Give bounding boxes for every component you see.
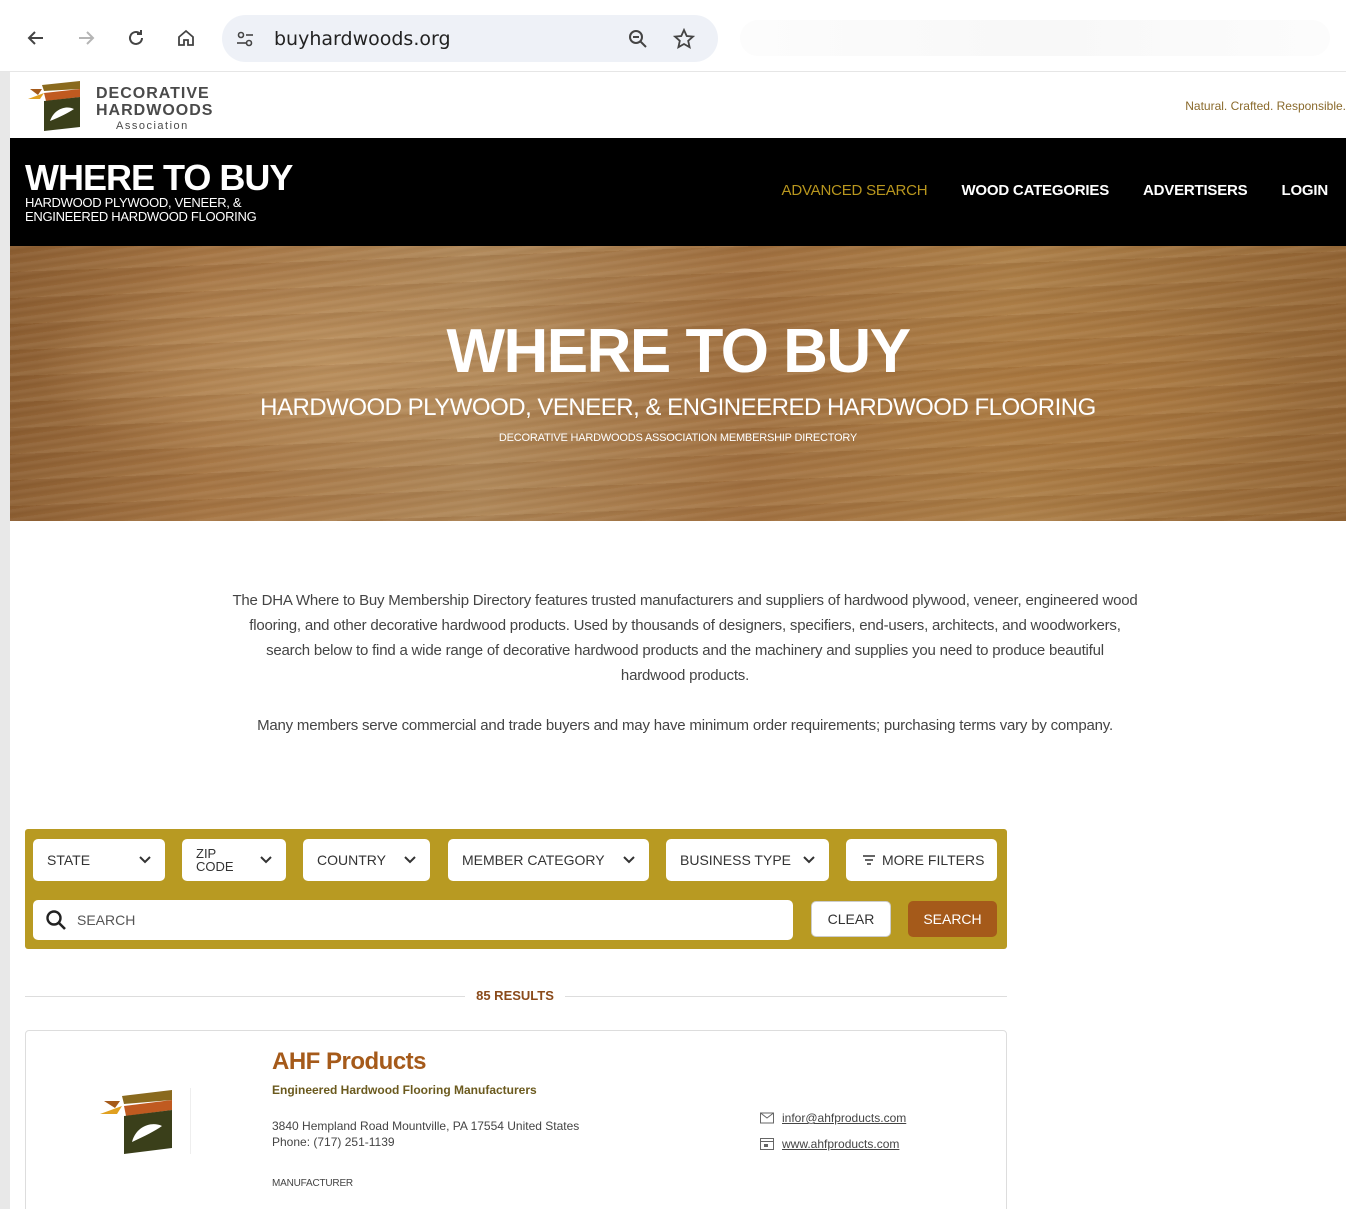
email-link[interactable]: infor@ahfproducts.com (760, 1111, 906, 1125)
zip-code-dropdown[interactable]: ZIP CODE (182, 839, 286, 881)
country-label: COUNTRY (317, 852, 386, 868)
nav-subtitle: HARDWOOD PLYWOOD, VENEER, & ENGINEERED H… (25, 195, 257, 224)
browser-window-icon (760, 1138, 774, 1150)
logo-line3: Association (116, 120, 189, 132)
address-line: 3840 Hempland Road Mountville, PA 17554 … (272, 1119, 580, 1133)
zip-code-label: ZIP CODE (196, 847, 234, 873)
site-tagline: Natural. Crafted. Responsible. (1185, 99, 1346, 113)
intro-text: The DHA Where to Buy Membership Director… (232, 588, 1138, 738)
hero-banner: WHERE TO BUY HARDWOOD PLYWOOD, VENEER, &… (10, 246, 1346, 521)
result-card[interactable]: AHF Products Engineered Hardwood Floorin… (25, 1030, 1007, 1209)
back-arrow-icon[interactable] (20, 22, 52, 54)
hero-caption: DECORATIVE HARDWOODS ASSOCIATION MEMBERS… (498, 432, 858, 444)
website-link[interactable]: www.ahfproducts.com (760, 1137, 899, 1151)
business-type-tag: MANUFACTURER (272, 1178, 353, 1189)
site-settings-icon[interactable] (232, 26, 258, 52)
dha-logo[interactable]: DECORATIVE HARDWOODS Association (26, 79, 221, 133)
search-icon (46, 910, 66, 930)
company-category: Engineered Hardwood Flooring Manufacture… (272, 1083, 537, 1097)
hero-subtitle: HARDWOOD PLYWOOD, VENEER, & ENGINEERED H… (260, 394, 1096, 421)
home-icon[interactable] (170, 22, 202, 54)
clear-button[interactable]: CLEAR (811, 901, 891, 937)
reload-icon[interactable] (120, 22, 152, 54)
forward-arrow-icon[interactable] (70, 22, 102, 54)
intro-paragraph-1: The DHA Where to Buy Membership Director… (232, 592, 1138, 684)
window-edge (0, 72, 10, 1209)
more-filters-button[interactable]: MORE FILTERS (846, 839, 997, 881)
search-button[interactable]: SEARCH (908, 901, 997, 937)
url-text[interactable]: buyhardwoods.org (274, 28, 451, 50)
nav-menu: ADVANCED SEARCH WOOD CATEGORIES ADVERTIS… (782, 182, 1329, 199)
zoom-icon[interactable] (624, 25, 652, 53)
search-placeholder: SEARCH (77, 912, 136, 928)
business-type-dropdown[interactable]: BUSINESS TYPE (666, 839, 829, 881)
site-header: DECORATIVE HARDWOODS Association Natural… (10, 72, 1346, 138)
business-type-label: BUSINESS TYPE (680, 852, 792, 868)
logo-line1: DECORATIVE (96, 85, 210, 102)
state-dropdown[interactable]: STATE (33, 839, 165, 881)
dha-logo-icon (28, 81, 80, 131)
nav-item-advanced-search[interactable]: ADVANCED SEARCH (782, 182, 928, 199)
bookmark-star-icon[interactable] (670, 25, 698, 53)
envelope-icon (760, 1112, 774, 1124)
chevron-down-icon (623, 856, 635, 864)
member-category-dropdown[interactable]: MEMBER CATEGORY (448, 839, 649, 881)
nav-subtitle-line2: ENGINEERED HARDWOOD FLOORING (25, 209, 257, 224)
chevron-down-icon (404, 856, 416, 864)
member-category-label: MEMBER CATEGORY (462, 852, 605, 868)
nav-item-login[interactable]: LOGIN (1282, 182, 1329, 199)
results-count: 85 RESULTS (465, 988, 565, 1003)
nav-item-advertisers[interactable]: ADVERTISERS (1143, 182, 1248, 199)
search-input[interactable]: SEARCH (33, 900, 793, 940)
nav-title[interactable]: WHERE TO BUY (25, 160, 293, 196)
chevron-down-icon (139, 856, 151, 864)
company-logo[interactable] (100, 1088, 178, 1154)
website-text[interactable]: www.ahfproducts.com (782, 1137, 899, 1151)
email-text[interactable]: infor@ahfproducts.com (782, 1111, 906, 1125)
nav-subtitle-line1: HARDWOOD PLYWOOD, VENEER, & (25, 195, 242, 210)
zip-label-line2: CODE (196, 859, 234, 874)
filter-panel: STATE ZIP CODE COUNTRY MEMBER CATEGORY B… (25, 829, 1007, 949)
more-filters-label: MORE FILTERS (882, 852, 985, 868)
toolbar-extensions-area (740, 20, 1330, 56)
chevron-down-icon (260, 856, 272, 864)
main-nav: WHERE TO BUY HARDWOOD PLYWOOD, VENEER, &… (10, 138, 1346, 246)
logo-line2: HARDWOODS (96, 102, 214, 119)
card-logo-divider (190, 1088, 191, 1154)
company-address: 3840 Hempland Road Mountville, PA 17554 … (272, 1118, 579, 1150)
hero-title: WHERE TO BUY (446, 317, 911, 386)
chevron-down-icon (803, 856, 815, 864)
filter-icon (863, 855, 875, 865)
nav-item-wood-categories[interactable]: WOOD CATEGORIES (961, 182, 1109, 199)
phone-line: Phone: (717) 251-1139 (272, 1135, 395, 1149)
address-bar[interactable]: buyhardwoods.org (222, 15, 718, 62)
intro-paragraph-2: Many members serve commercial and trade … (257, 717, 1113, 734)
browser-toolbar: buyhardwoods.org (0, 0, 1346, 72)
country-dropdown[interactable]: COUNTRY (303, 839, 430, 881)
webpage: DECORATIVE HARDWOODS Association Natural… (10, 72, 1346, 1209)
company-name[interactable]: AHF Products (272, 1048, 427, 1076)
state-label: STATE (47, 852, 91, 868)
